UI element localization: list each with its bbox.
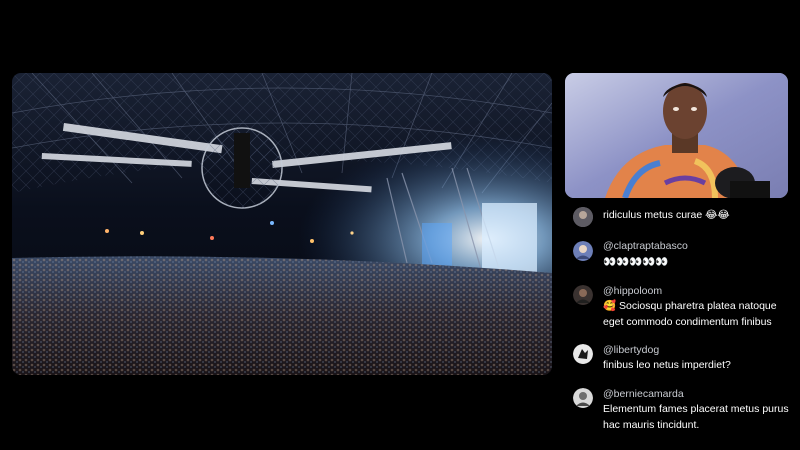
avatar-icon bbox=[573, 285, 593, 305]
avatar-icon bbox=[573, 207, 593, 227]
chat-message-text: ridiculus metus curae 😂😂 bbox=[603, 209, 730, 221]
chat-message-text: finibus leo netus imperdiet? bbox=[603, 359, 731, 371]
chat-message-text: 🥰 Sociosqu pharetra platea natoque eget … bbox=[603, 300, 777, 328]
chat-handle[interactable]: @hippoloom bbox=[603, 285, 662, 298]
chat-handle[interactable]: @libertydog bbox=[603, 344, 659, 357]
concert-arena-image bbox=[12, 73, 552, 375]
chat-handle[interactable]: @berniecamarda bbox=[603, 388, 684, 401]
main-video-player[interactable] bbox=[12, 73, 552, 375]
streamer-webcam bbox=[565, 73, 788, 198]
avatar-icon bbox=[573, 344, 593, 364]
chat-panel: ridiculus metus curae 😂😂 @claptraptabasc… bbox=[565, 200, 793, 450]
avatar-icon bbox=[573, 388, 593, 408]
streamer-image bbox=[565, 73, 788, 198]
chat-message-text: Elementum fames placerat metus purus hac… bbox=[603, 403, 789, 431]
chat-handle[interactable]: @claptraptabasco bbox=[603, 240, 688, 253]
chat-message-text: 👀👀👀👀👀 bbox=[603, 256, 669, 268]
avatar-icon bbox=[573, 241, 593, 261]
